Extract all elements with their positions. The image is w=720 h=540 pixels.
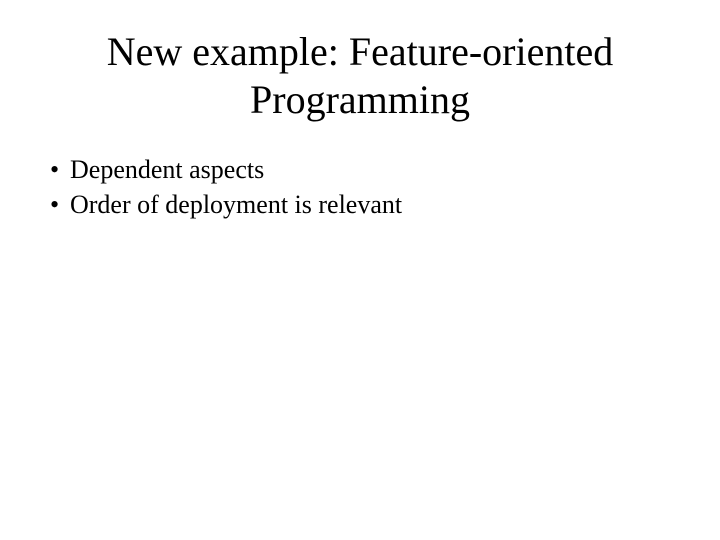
- slide: New example: Feature-oriented Programmin…: [0, 0, 720, 540]
- bullet-text: Order of deployment is relevant: [70, 187, 680, 222]
- bullet-list: • Dependent aspects • Order of deploymen…: [40, 152, 680, 222]
- list-item: • Dependent aspects: [48, 152, 680, 187]
- bullet-icon: •: [48, 187, 70, 222]
- bullet-text: Dependent aspects: [70, 152, 680, 187]
- bullet-icon: •: [48, 152, 70, 187]
- list-item: • Order of deployment is relevant: [48, 187, 680, 222]
- slide-title: New example: Feature-oriented Programmin…: [40, 28, 680, 124]
